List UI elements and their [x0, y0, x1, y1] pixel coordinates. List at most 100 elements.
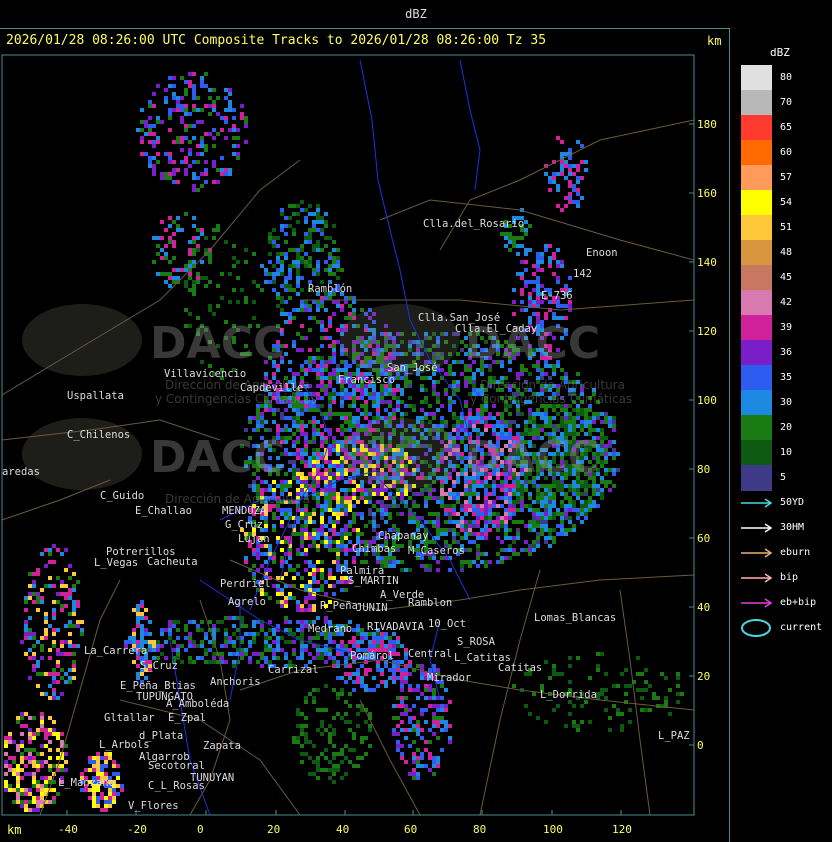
- radar-pixel: [340, 588, 344, 592]
- radar-pixel: [572, 484, 576, 488]
- radar-pixel: [256, 484, 260, 488]
- radar-pixel: [320, 228, 324, 232]
- radar-pixel: [304, 216, 308, 220]
- radar-pixel: [340, 412, 344, 416]
- radar-pixel: [344, 360, 348, 364]
- radar-pixel: [416, 416, 420, 420]
- radar-pixel: [548, 424, 552, 428]
- radar-pixel: [332, 272, 336, 276]
- radar-pixel: [512, 548, 516, 552]
- radar-pixel: [316, 260, 320, 264]
- radar-pixel: [464, 560, 468, 564]
- radar-pixel: [252, 484, 256, 488]
- radar-pixel: [296, 456, 300, 460]
- radar-pixel: [516, 372, 520, 376]
- radar-pixel: [452, 428, 456, 432]
- radar-pixel: [328, 356, 332, 360]
- radar-pixel: [360, 496, 364, 500]
- radar-pixel: [324, 504, 328, 508]
- radar-pixel: [520, 492, 524, 496]
- radar-pixel: [536, 252, 540, 256]
- radar-pixel: [368, 492, 372, 496]
- radar-pixel: [344, 504, 348, 508]
- radar-pixel: [376, 488, 380, 492]
- radar-pixel: [464, 488, 468, 492]
- radar-pixel: [536, 424, 540, 428]
- radar-pixel: [320, 216, 324, 220]
- radar-pixel: [400, 496, 404, 500]
- radar-pixel: [308, 580, 312, 584]
- radar-pixel: [564, 304, 568, 308]
- radar-pixel: [560, 420, 564, 424]
- radar-pixel: [328, 492, 332, 496]
- radar-pixel: [300, 420, 304, 424]
- radar-pixel: [308, 520, 312, 524]
- radar-pixel: [532, 312, 536, 316]
- radar-pixel: [244, 556, 248, 560]
- radar-pixel: [532, 424, 536, 428]
- radar-pixel: [360, 412, 364, 416]
- radar-pixel: [588, 496, 592, 500]
- radar-pixel: [288, 452, 292, 456]
- radar-pixel: [584, 420, 588, 424]
- radar-pixel: [284, 540, 288, 544]
- radar-pixel: [252, 564, 256, 568]
- radar-pixel: [404, 500, 408, 504]
- radar-pixel: [320, 424, 324, 428]
- radar-pixel: [592, 488, 596, 492]
- radar-pixel: [304, 252, 308, 256]
- radar-pixel: [324, 472, 328, 476]
- radar-pixel: [280, 412, 284, 416]
- radar-pixel: [588, 416, 592, 420]
- radar-pixel: [456, 496, 460, 500]
- radar-pixel: [448, 364, 452, 368]
- radar-pixel: [376, 412, 380, 416]
- radar-pixel: [512, 508, 516, 512]
- radar-pixel: [460, 516, 464, 520]
- radar-pixel: [312, 432, 316, 436]
- radar-pixel: [572, 420, 576, 424]
- radar-pixel: [372, 524, 376, 528]
- radar-pixel: [440, 368, 444, 372]
- radar-pixel: [268, 260, 272, 264]
- radar-pixel: [440, 484, 444, 488]
- radar-pixel: [536, 488, 540, 492]
- radar-pixel: [480, 420, 484, 424]
- radar-pixel: [516, 532, 520, 536]
- radar-pixel: [352, 528, 356, 532]
- radar-pixel: [556, 512, 560, 516]
- radar-pixel: [524, 284, 528, 288]
- radar-pixel: [352, 488, 356, 492]
- radar-pixel: [540, 504, 544, 508]
- radar-pixel: [556, 532, 560, 536]
- radar-pixel: [276, 272, 280, 276]
- radar-pixel: [292, 228, 296, 232]
- radar-pixel: [336, 520, 340, 524]
- radar-pixel: [284, 276, 288, 280]
- radar-pixel: [280, 212, 284, 216]
- radar-pixel: [248, 484, 252, 488]
- radar-pixel: [512, 312, 516, 316]
- radar-pixel: [492, 492, 496, 496]
- radar-pixel: [320, 300, 324, 304]
- radar-pixel: [348, 532, 352, 536]
- radar-pixel: [320, 452, 324, 456]
- radar-pixel: [276, 256, 280, 260]
- radar-pixel: [604, 468, 608, 472]
- radar-pixel: [396, 400, 400, 404]
- radar-pixel: [516, 552, 520, 556]
- radar-pixel: [528, 292, 532, 296]
- radar-pixel: [332, 560, 336, 564]
- radar-pixel: [336, 304, 340, 308]
- radar-pixel: [320, 532, 324, 536]
- radar-pixel: [388, 564, 392, 568]
- radar-pixel: [580, 504, 584, 508]
- radar-pixel: [504, 492, 508, 496]
- radar-pixel: [332, 344, 336, 348]
- radar-pixel: [308, 464, 312, 468]
- radar-pixel: [464, 492, 468, 496]
- radar-pixel: [336, 504, 340, 508]
- radar-pixel: [604, 452, 608, 456]
- radar-pixel: [556, 276, 560, 280]
- radar-pixel: [332, 548, 336, 552]
